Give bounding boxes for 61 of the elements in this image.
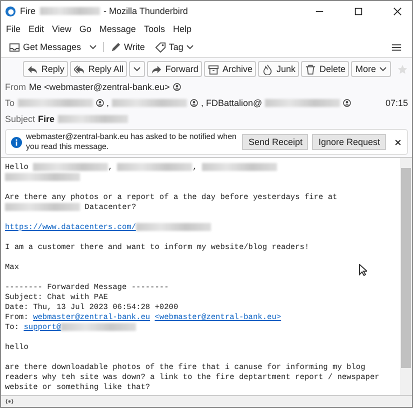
sender-address[interactable]: Me <webmaster@zentral-bank.eu> [29,82,170,92]
contact-icon[interactable] [190,99,198,107]
message-action-button[interactable]: Forward [147,61,202,77]
message-action-button[interactable]: More [351,61,391,77]
mouse-cursor-icon [359,264,367,276]
close-icon[interactable] [393,6,402,16]
tag-icon [154,42,166,52]
tag-menu-button[interactable]: Tag [150,40,198,54]
recipient-address[interactable]: , FDBattalion@ [201,98,262,108]
caret-icon [133,65,142,73]
menu-item[interactable]: Help [172,24,192,34]
message-action-button[interactable]: Archive [204,61,256,77]
recipient-address[interactable]: , [106,98,110,108]
contact-icon[interactable] [96,99,104,107]
info-icon [11,136,22,148]
forward-icon [151,64,162,74]
reply-all-icon [74,64,86,74]
connection-icon [4,396,15,407]
toolbar-button[interactable]: Get Messages [5,40,86,54]
toolbar-button[interactable]: Write [106,40,149,54]
caret-icon [186,43,194,51]
menu-item[interactable]: View [52,24,72,34]
contact-icon[interactable] [172,83,181,91]
window-title: - Mozilla Thunderbird [104,6,188,16]
message-action-button[interactable]: Delete [301,61,350,77]
field-label: To [5,98,15,108]
notification-text: webmaster@zentral-bank.eu has asked to be notified when you read this message. [26,132,238,152]
maximize-icon[interactable] [354,6,363,16]
message-time: 07:15 [385,98,408,108]
app-logo-icon [5,6,16,16]
message-action-button[interactable]: Junk [258,61,300,77]
message-subject: Fire [38,114,55,124]
star-icon[interactable] [397,64,408,74]
reply-icon [27,64,38,74]
caret-icon [379,65,387,73]
trash-icon [305,64,316,74]
message-action-button[interactable]: Reply [23,61,68,77]
message-action-button[interactable]: Reply All [70,61,128,77]
menu-item[interactable]: File [6,24,21,34]
redacted-text [58,115,128,123]
menu-item[interactable]: Message [99,24,136,34]
menu-item[interactable]: Go [79,24,92,34]
dropdown-button[interactable] [129,61,146,77]
flame-icon [262,64,274,74]
menu-item[interactable]: Edit [28,24,44,34]
dropdown-button[interactable] [87,42,104,52]
caret-icon [89,43,98,51]
scrollbar[interactable] [400,158,412,395]
menu-item[interactable]: Tools [144,24,165,34]
archive-icon [208,64,220,74]
close-icon[interactable] [394,138,402,146]
menu-icon[interactable] [391,42,402,52]
pen-icon [110,42,122,52]
notification-button[interactable]: Send Receipt [242,134,308,150]
inbox-icon [9,42,20,52]
field-label: Subject [5,114,36,124]
redacted-text [40,7,100,15]
field-label: From [5,82,26,92]
notification-button[interactable]: Ignore Request [312,134,386,150]
contact-icon[interactable] [343,99,352,107]
window-title: Fire [20,6,36,16]
